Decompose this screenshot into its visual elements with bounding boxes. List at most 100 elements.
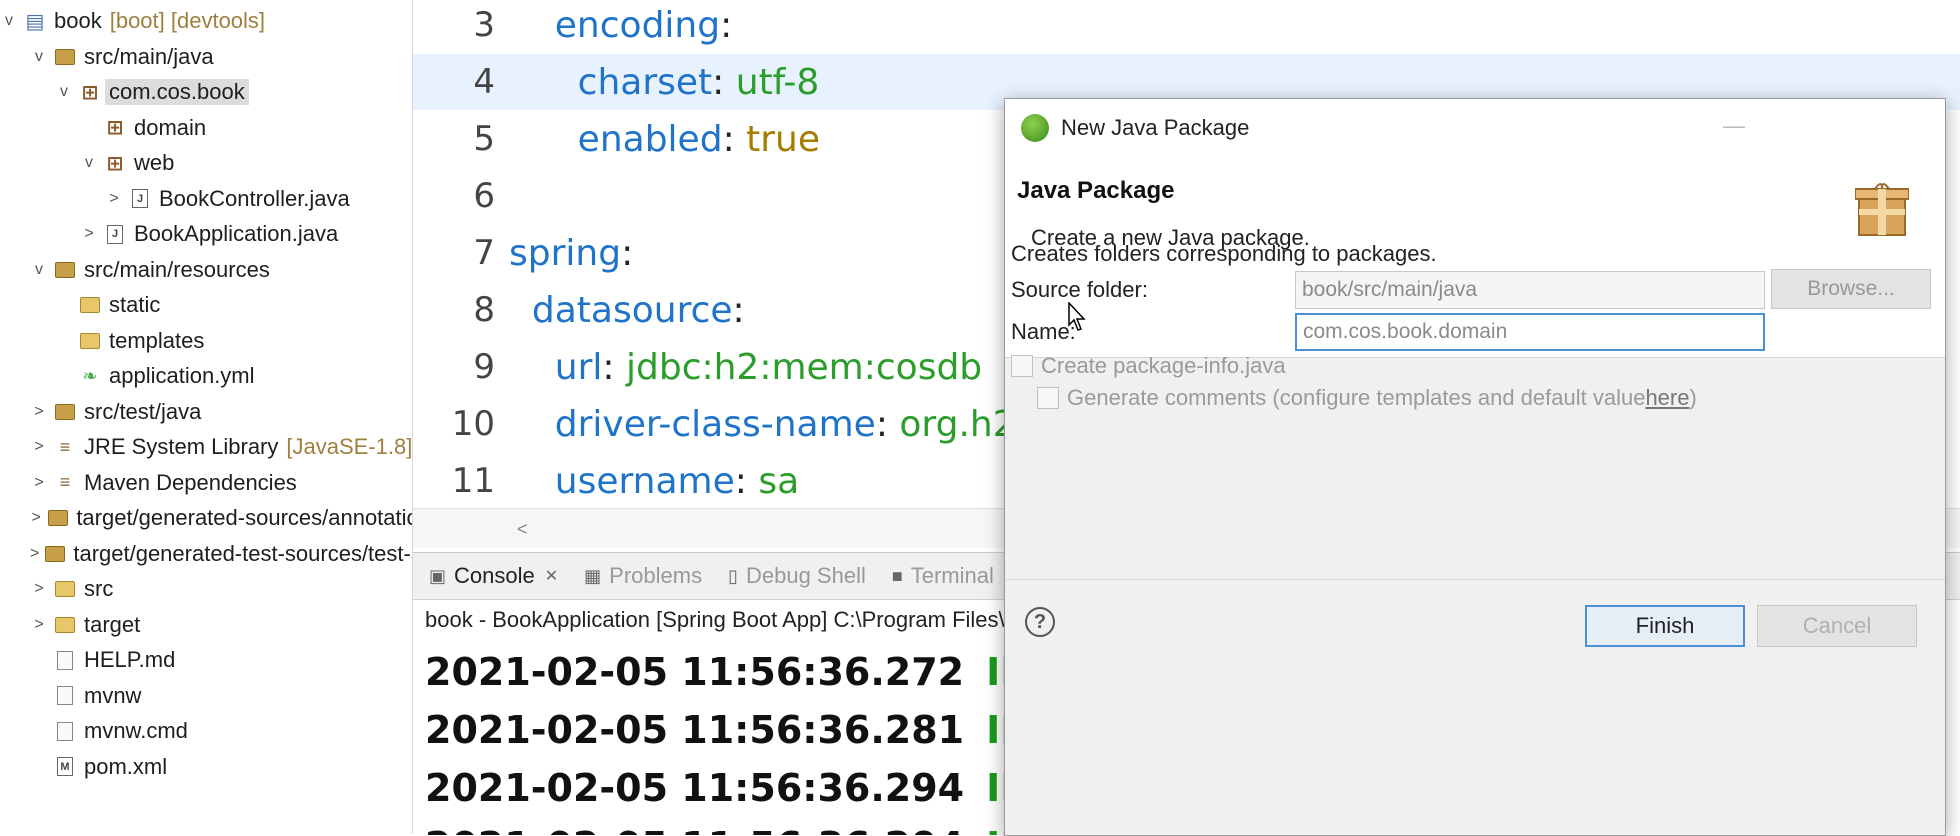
tree-item[interactable]: > ≡ Maven Dependencies [0, 466, 412, 500]
collapsed-chevron-icon[interactable]: > [30, 438, 48, 456]
line-number: 11 [451, 461, 495, 501]
tree-item-label: application.yml [109, 363, 255, 388]
tab-label: Console [454, 563, 535, 588]
tab-debug-shell[interactable]: ▯ Debug Shell [728, 563, 866, 589]
expanded-chevron-icon[interactable]: v [80, 154, 98, 172]
tab-label: Problems [609, 563, 703, 588]
yaml-separator: : [734, 460, 759, 502]
log-timestamp: 2021-02-05 11:56:36.272 [425, 650, 965, 694]
yaml-value: utf-8 [735, 61, 820, 103]
tree-item-decoration: [boot] [devtools] [109, 8, 266, 33]
collapsed-chevron-icon[interactable]: > [30, 474, 48, 492]
close-tab-icon[interactable]: ✕ [545, 566, 558, 586]
problems-icon: ▦ [584, 565, 602, 586]
tree-item-label: mvnw [84, 682, 142, 708]
create-package-info-checkbox[interactable] [1011, 355, 1033, 377]
tree-item-label: pom.xml [84, 753, 168, 779]
collapsed-chevron-icon[interactable]: > [80, 225, 98, 243]
expanded-chevron-icon[interactable]: v [0, 12, 18, 30]
tree-item[interactable]: v ▤ book [boot] [devtools] [0, 4, 412, 38]
expanded-chevron-icon[interactable]: v [30, 48, 48, 66]
templates-here-link[interactable]: here [1645, 385, 1689, 411]
tab-console[interactable]: ▣ Console ✕ [429, 563, 558, 589]
tree-item-label: target/generated-sources/annotations [76, 505, 413, 530]
tree-item-label: src/test/java [84, 398, 202, 424]
tree-item-label: src/main/resources [84, 256, 270, 282]
expanded-chevron-icon[interactable]: v [55, 83, 73, 101]
source-folder-field[interactable]: book/src/main/java [1295, 271, 1765, 309]
tree-item[interactable]: mvnw [0, 679, 412, 713]
cancel-button[interactable]: Cancel [1757, 605, 1917, 647]
code-text: url: jdbc:h2:mem:cosdb [509, 347, 982, 388]
log-line: 2021-02-05 11:56:36.281INFO [425, 705, 1090, 755]
yaml-key: encoding [554, 4, 721, 46]
tab-problems[interactable]: ▦ Problems [584, 563, 702, 589]
tree-item[interactable]: v ⊞ com.cos.book [0, 75, 412, 109]
tree-item-label: Maven Dependencies [84, 469, 297, 495]
browse-button[interactable]: Browse... [1771, 269, 1931, 309]
collapsed-chevron-icon[interactable]: > [30, 580, 48, 598]
java-file-icon: J [104, 223, 126, 245]
yaml-value: true [746, 118, 821, 160]
generate-comments-checkbox[interactable] [1037, 387, 1059, 409]
code-text: datasource: [509, 290, 745, 331]
collapsed-chevron-icon[interactable]: > [30, 509, 42, 527]
finish-button[interactable]: Finish [1585, 605, 1745, 647]
file-icon [54, 685, 76, 707]
source-folder-icon [54, 401, 76, 423]
tree-item[interactable]: v src/main/java [0, 40, 412, 74]
tree-item[interactable]: > target/generated-test-sources/test-anno… [0, 537, 412, 571]
tree-item[interactable]: HELP.md [0, 643, 412, 677]
tree-item[interactable]: > J BookController.java [0, 182, 412, 216]
yaml-separator: : [722, 118, 747, 160]
package-name-field[interactable]: com.cos.book.domain [1295, 313, 1765, 351]
line-number: 7 [473, 233, 495, 273]
dialog-titlebar[interactable]: New Java Package — [1005, 99, 1945, 157]
folder-icon [79, 294, 101, 316]
tree-item[interactable]: > ≡ JRE System Library [JavaSE-1.8] [0, 430, 412, 464]
debug-shell-icon: ▯ [728, 565, 738, 586]
name-label: Name: [1011, 319, 1076, 344]
yaml-separator: : [712, 61, 736, 103]
expanded-chevron-icon[interactable]: v [30, 261, 48, 279]
tree-item[interactable]: > src/test/java [0, 395, 412, 429]
generate-comments-option[interactable]: Generate comments (configure templates a… [1037, 385, 1697, 411]
console-icon: ▣ [429, 565, 447, 586]
tree-item[interactable]: v ⊞ web [0, 146, 412, 180]
tree-item[interactable]: > src [0, 572, 412, 606]
tree-item[interactable]: static [0, 288, 412, 322]
tree-item[interactable]: Mpom.xml [0, 750, 412, 784]
yaml-separator: : [875, 403, 900, 445]
collapsed-chevron-icon[interactable]: > [30, 403, 48, 421]
code-line[interactable]: 3 encoding: [413, 0, 1960, 53]
tree-item[interactable]: ❧ application.yml [0, 359, 412, 393]
yaml-separator: : [602, 346, 626, 388]
tree-item[interactable]: ⊞ domain [0, 111, 412, 145]
create-package-info-option[interactable]: Create package-info.java [1011, 353, 1286, 379]
collapsed-chevron-icon[interactable]: > [30, 616, 48, 634]
yaml-key: driver-class-name [554, 403, 876, 445]
yaml-key: datasource [531, 289, 733, 331]
collapsed-chevron-icon[interactable]: > [105, 190, 123, 208]
yaml-separator: : [732, 289, 745, 331]
tree-item[interactable]: > target [0, 608, 412, 642]
help-icon[interactable]: ? [1025, 607, 1055, 637]
collapsed-chevron-icon[interactable]: > [30, 545, 39, 563]
dialog-footer-divider [1005, 579, 1945, 580]
scroll-left-icon[interactable]: < [517, 519, 528, 540]
tree-item[interactable]: v src/main/resources [0, 253, 412, 287]
tree-item[interactable]: mvnw.cmd [0, 714, 412, 748]
tree-item[interactable]: > target/generated-sources/annotations [0, 501, 413, 535]
source-folder-label: Source folder: [1011, 277, 1148, 302]
minimize-icon[interactable]: — [1723, 113, 1745, 139]
tree-item[interactable]: templates [0, 324, 412, 358]
source-folder-icon [45, 543, 66, 565]
line-number: 8 [473, 290, 495, 330]
file-icon [54, 649, 76, 671]
tab-terminal[interactable]: ■ Terminal [892, 563, 994, 589]
folder-icon [54, 614, 76, 636]
file-icon [54, 720, 76, 742]
dialog-heading: Java Package [1017, 177, 1175, 204]
tree-item[interactable]: > J BookApplication.java [0, 217, 412, 251]
